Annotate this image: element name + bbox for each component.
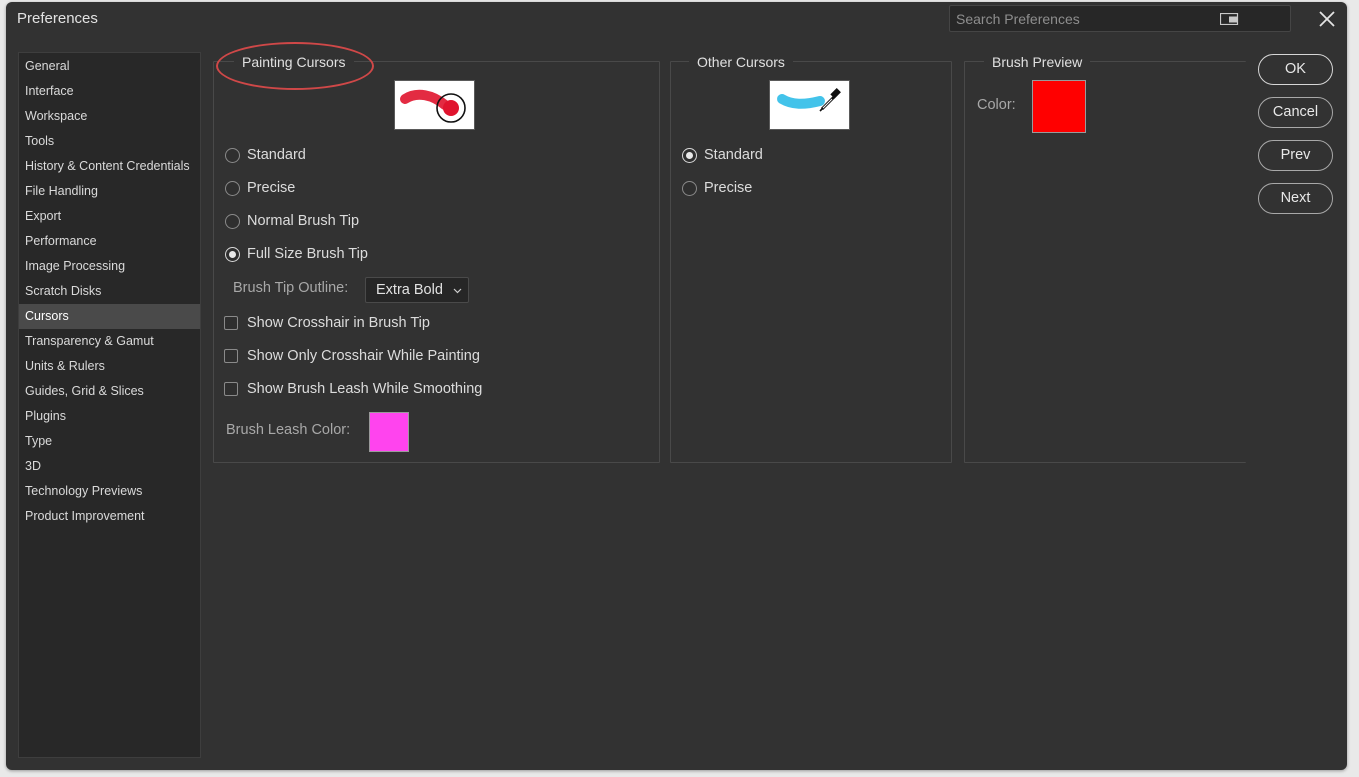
sidebar-item-file-handling[interactable]: File Handling xyxy=(19,179,200,204)
dropdown-value: Extra Bold xyxy=(376,282,443,298)
painting-full-size-brush-tip-radio[interactable]: Full Size Brush Tip xyxy=(225,244,368,264)
brush-stroke-icon xyxy=(400,89,466,123)
checkbox-label: Show Crosshair in Brush Tip xyxy=(247,315,430,331)
brush-preview-group: Brush Preview xyxy=(964,53,1246,463)
dialog-title: Preferences xyxy=(17,10,98,27)
painting-normal-brush-tip-radio[interactable]: Normal Brush Tip xyxy=(225,211,359,231)
option-label: Precise xyxy=(704,180,753,196)
painting-cursors-title: Painting Cursors xyxy=(234,53,354,71)
chevron-down-icon xyxy=(453,288,462,294)
option-label: Full Size Brush Tip xyxy=(247,246,368,262)
sidebar: General Interface Workspace Tools Histor… xyxy=(18,52,201,758)
checkbox-icon[interactable] xyxy=(224,316,238,330)
option-label: Normal Brush Tip xyxy=(247,213,360,229)
sidebar-item-units-rulers[interactable]: Units & Rulers xyxy=(19,354,200,379)
brush-tip-outline-label: Brush Tip Outline: xyxy=(233,280,349,296)
radio-icon[interactable] xyxy=(225,147,240,163)
sidebar-item-interface[interactable]: Interface xyxy=(19,79,200,104)
option-label: Precise xyxy=(247,180,296,196)
sidebar-item-tools[interactable]: Tools xyxy=(19,129,200,154)
radio-checked-icon[interactable] xyxy=(225,246,240,262)
checkbox-label: Show Brush Leash While Smoothing xyxy=(247,381,483,397)
sidebar-item-export[interactable]: Export xyxy=(19,204,200,229)
search-scope-icon[interactable] xyxy=(1220,13,1240,25)
sidebar-item-guides[interactable]: Guides, Grid & Slices xyxy=(19,379,200,404)
show-only-crosshair-checkbox[interactable]: Show Only Crosshair While Painting xyxy=(224,346,480,366)
close-icon[interactable] xyxy=(1314,6,1340,32)
brush-preview-color-swatch[interactable] xyxy=(1032,80,1086,133)
preferences-dialog: Preferences General Interface Workspace … xyxy=(6,2,1347,770)
sidebar-item-workspace[interactable]: Workspace xyxy=(19,104,200,129)
other-standard-radio[interactable]: Standard xyxy=(682,145,763,165)
brush-preview-title: Brush Preview xyxy=(984,53,1091,71)
cancel-button[interactable]: Cancel xyxy=(1258,97,1333,128)
brush-leash-color-swatch[interactable] xyxy=(369,412,409,452)
other-cursors-title: Other Cursors xyxy=(689,53,793,71)
sidebar-item-general[interactable]: General xyxy=(19,54,200,79)
search-input[interactable] xyxy=(950,6,1210,31)
sidebar-item-technology-previews[interactable]: Technology Previews xyxy=(19,479,200,504)
checkbox-icon[interactable] xyxy=(224,382,238,396)
ok-button[interactable]: OK xyxy=(1258,54,1333,85)
painting-precise-radio[interactable]: Precise xyxy=(225,178,295,198)
checkbox-label: Show Only Crosshair While Painting xyxy=(247,348,480,364)
next-button[interactable]: Next xyxy=(1258,183,1333,214)
brush-preview-color-label: Color: xyxy=(977,97,1016,113)
sidebar-item-type[interactable]: Type xyxy=(19,429,200,454)
other-precise-radio[interactable]: Precise xyxy=(682,178,752,198)
sidebar-item-transparency[interactable]: Transparency & Gamut xyxy=(19,329,200,354)
brush-tip-outline-dropdown[interactable]: Extra Bold xyxy=(365,277,469,303)
radio-checked-icon[interactable] xyxy=(682,147,697,163)
sidebar-item-3d[interactable]: 3D xyxy=(19,454,200,479)
painting-standard-radio[interactable]: Standard xyxy=(225,145,306,165)
brush-leash-color-label: Brush Leash Color: xyxy=(226,422,351,438)
sidebar-item-history[interactable]: History & Content Credentials xyxy=(19,154,200,179)
search-box[interactable] xyxy=(949,5,1291,32)
sidebar-item-performance[interactable]: Performance xyxy=(19,229,200,254)
radio-icon[interactable] xyxy=(225,180,240,196)
checkbox-icon[interactable] xyxy=(224,349,238,363)
sidebar-item-image-processing[interactable]: Image Processing xyxy=(19,254,200,279)
option-label: Standard xyxy=(247,147,306,163)
sidebar-nav: General Interface Workspace Tools Histor… xyxy=(19,53,200,529)
show-crosshair-checkbox[interactable]: Show Crosshair in Brush Tip xyxy=(224,313,430,333)
sidebar-item-product-improvement[interactable]: Product Improvement xyxy=(19,504,200,529)
eyedropper-stroke-icon xyxy=(777,88,841,112)
painting-cursor-preview xyxy=(394,80,475,130)
sidebar-item-plugins[interactable]: Plugins xyxy=(19,404,200,429)
other-cursor-preview xyxy=(769,80,850,130)
prev-button[interactable]: Prev xyxy=(1258,140,1333,171)
radio-icon[interactable] xyxy=(225,213,240,229)
show-brush-leash-checkbox[interactable]: Show Brush Leash While Smoothing xyxy=(224,379,482,399)
option-label: Standard xyxy=(704,147,763,163)
sidebar-item-scratch-disks[interactable]: Scratch Disks xyxy=(19,279,200,304)
sidebar-item-cursors[interactable]: Cursors xyxy=(19,304,200,329)
radio-icon[interactable] xyxy=(682,180,697,196)
